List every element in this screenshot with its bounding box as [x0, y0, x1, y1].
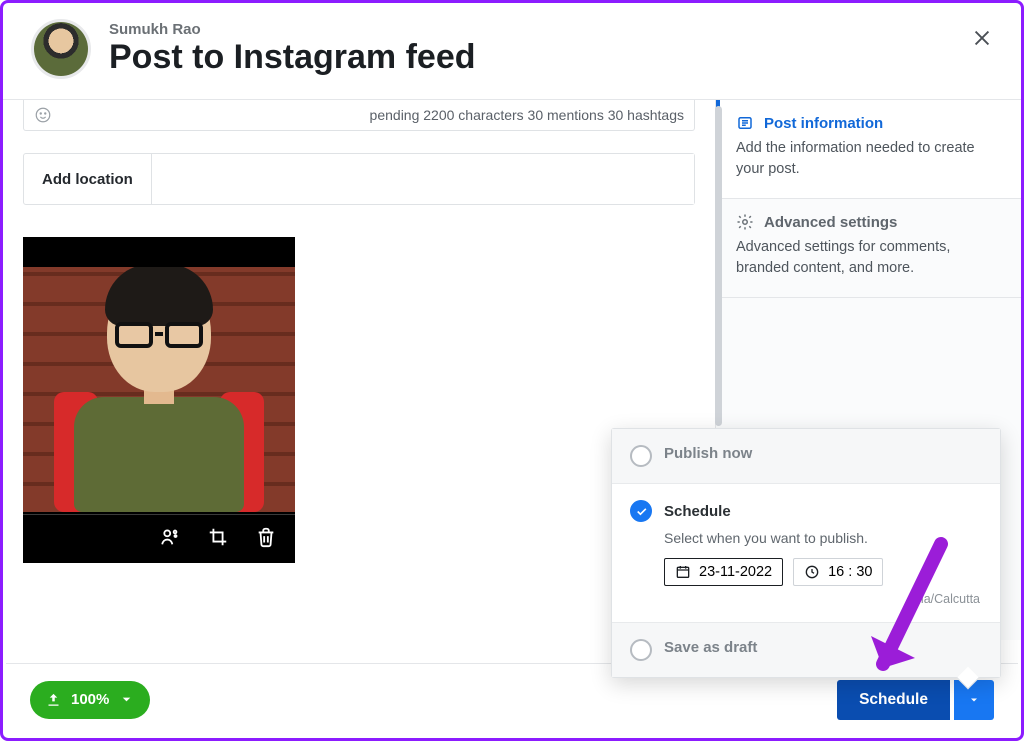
scroll-track[interactable]	[715, 106, 722, 426]
media-toolbar	[23, 515, 295, 563]
schedule-popover: Publish now Schedule Select when you wan…	[611, 428, 1001, 678]
location-label: Add location	[24, 154, 152, 204]
time-input[interactable]: 16 : 30	[793, 558, 883, 586]
panel-desc: Advanced settings for comments, branded …	[736, 237, 1003, 279]
panel-title: Advanced settings	[764, 214, 897, 231]
upload-progress-pill[interactable]: 100%	[30, 681, 150, 719]
timezone-text: Asia/Calcutta	[664, 592, 982, 606]
caption-status-text: pending 2200 characters 30 mentions 30 h…	[370, 107, 684, 123]
media-thumbnail[interactable]	[23, 237, 295, 563]
trash-icon[interactable]	[255, 526, 277, 553]
close-icon[interactable]	[971, 27, 993, 49]
option-label: Save as draft	[664, 639, 757, 656]
time-value: 16 : 30	[828, 564, 872, 580]
tag-people-icon[interactable]	[159, 526, 181, 553]
schedule-dropdown-button[interactable]	[954, 680, 994, 720]
location-row: Add location	[23, 153, 695, 205]
radio-unchecked-icon[interactable]	[630, 445, 652, 467]
clock-icon	[804, 564, 820, 580]
radio-unchecked-icon[interactable]	[630, 639, 652, 661]
panel-title: Post information	[764, 115, 883, 132]
panel-post-information[interactable]: Post information Add the information nee…	[716, 100, 1021, 198]
upload-percent: 100%	[71, 691, 109, 708]
modal-header: Sumukh Rao Post to Instagram feed	[3, 3, 1021, 99]
option-save-draft[interactable]: Save as draft	[612, 622, 1000, 677]
caption-footer: pending 2200 characters 30 mentions 30 h…	[23, 100, 695, 131]
date-value: 23-11-2022	[699, 564, 772, 580]
left-column: pending 2200 characters 30 mentions 30 h…	[3, 100, 715, 640]
media-image	[23, 267, 295, 512]
panel-desc: Add the information needed to create you…	[736, 138, 1003, 180]
avatar	[31, 19, 91, 79]
radio-checked-icon[interactable]	[630, 500, 652, 522]
crop-icon[interactable]	[207, 526, 229, 553]
panel-advanced-settings[interactable]: Advanced settings Advanced settings for …	[716, 199, 1021, 297]
option-publish-now[interactable]: Publish now	[612, 429, 1000, 483]
user-name: Sumukh Rao	[109, 21, 476, 38]
emoji-icon[interactable]	[34, 106, 52, 124]
schedule-button[interactable]: Schedule	[837, 680, 950, 720]
page-title: Post to Instagram feed	[109, 38, 476, 77]
caret-down-icon	[968, 694, 980, 706]
upload-icon	[46, 692, 61, 707]
option-schedule[interactable]: Schedule Select when you want to publish…	[612, 483, 1000, 622]
schedule-subtext: Select when you want to publish.	[664, 530, 982, 546]
date-input[interactable]: 23-11-2022	[664, 558, 783, 586]
header-text: Sumukh Rao Post to Instagram feed	[109, 21, 476, 77]
option-label: Publish now	[664, 445, 752, 462]
calendar-icon	[675, 564, 691, 580]
caret-down-icon	[119, 692, 134, 707]
option-label: Schedule	[664, 503, 731, 520]
location-input[interactable]	[152, 154, 694, 204]
modal-window: Sumukh Rao Post to Instagram feed pendin…	[0, 0, 1024, 741]
